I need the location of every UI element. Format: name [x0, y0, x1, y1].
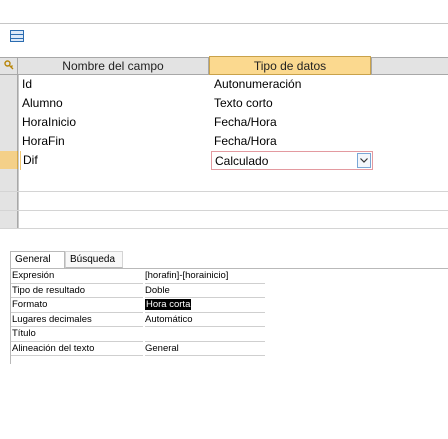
property-label: Tipo de resultado: [12, 284, 86, 296]
field-name-cell[interactable]: HoraInicio: [20, 113, 209, 132]
grid-line: [10, 355, 143, 356]
tab-lookup[interactable]: Búsqueda: [65, 251, 123, 268]
property-value-format[interactable]: Hora corta: [145, 298, 265, 312]
data-type-cell[interactable]: Fecha/Hora: [211, 132, 373, 151]
data-type-cell[interactable]: Autonumeración: [211, 75, 373, 94]
chevron-down-icon: [360, 158, 368, 163]
property-value[interactable]: General: [145, 342, 265, 356]
toolbar-divider: [0, 23, 448, 24]
grid-line: [0, 210, 448, 211]
property-label: Título: [12, 328, 36, 339]
field-name-cell[interactable]: Alumno: [20, 94, 209, 113]
field-properties: Expresión [horafin]-[horainicio] Tipo de…: [10, 268, 448, 356]
field-row[interactable]: HoraInicio Fecha/Hora: [18, 113, 448, 132]
key-icon: [4, 60, 14, 70]
data-type-cell[interactable]: Fecha/Hora: [211, 113, 373, 132]
property-row[interactable]: Tipo de resultado Doble: [10, 284, 448, 298]
property-row[interactable]: Expresión [horafin]-[horainicio]: [10, 269, 448, 284]
property-label: Lugares decimales: [12, 313, 92, 325]
header-description[interactable]: [371, 58, 448, 75]
field-row[interactable]: HoraFin Fecha/Hora: [18, 132, 448, 151]
property-row[interactable]: Lugares decimales Automático: [10, 313, 448, 327]
property-row[interactable]: Formato Hora corta: [10, 298, 448, 313]
property-label: Expresión: [12, 270, 55, 281]
grid-line: [145, 355, 265, 356]
tab-general[interactable]: General: [10, 251, 65, 268]
data-type-cell[interactable]: Texto corto: [211, 94, 373, 113]
field-rows: Id Autonumeración Alumno Texto corto Hor…: [18, 75, 448, 170]
table-icon: [10, 30, 24, 42]
property-label: Alineación del texto: [12, 342, 95, 354]
data-type-value: Calculado: [215, 154, 269, 168]
header-field-name[interactable]: Nombre del campo: [18, 58, 209, 75]
property-value[interactable]: Doble: [145, 284, 265, 298]
property-value[interactable]: [horafin]-[horainicio]: [145, 269, 265, 283]
field-name-cell[interactable]: Dif: [20, 151, 209, 170]
empty-grid-rows[interactable]: [0, 191, 448, 229]
property-row[interactable]: Alineación del texto General: [10, 342, 448, 356]
field-name-cell[interactable]: HoraFin: [20, 132, 209, 151]
selected-text[interactable]: Hora corta: [145, 299, 192, 310]
field-row[interactable]: Id Autonumeración: [18, 75, 448, 94]
grid-line: [0, 191, 448, 192]
property-row[interactable]: Título: [10, 327, 448, 342]
property-label: Formato: [12, 299, 48, 310]
data-type-select[interactable]: Calculado: [211, 151, 373, 170]
grid-line: [0, 228, 448, 229]
field-name-cell[interactable]: Id: [20, 75, 209, 94]
current-row-marker[interactable]: [0, 151, 18, 169]
property-value[interactable]: [145, 327, 265, 341]
field-row-active[interactable]: Dif Calculado: [18, 151, 448, 170]
field-row[interactable]: Alumno Texto corto: [18, 94, 448, 113]
header-data-type[interactable]: Tipo de datos: [209, 56, 371, 75]
properties-border: [10, 268, 11, 364]
dropdown-button[interactable]: [357, 153, 371, 168]
property-value[interactable]: Automático: [145, 313, 265, 327]
